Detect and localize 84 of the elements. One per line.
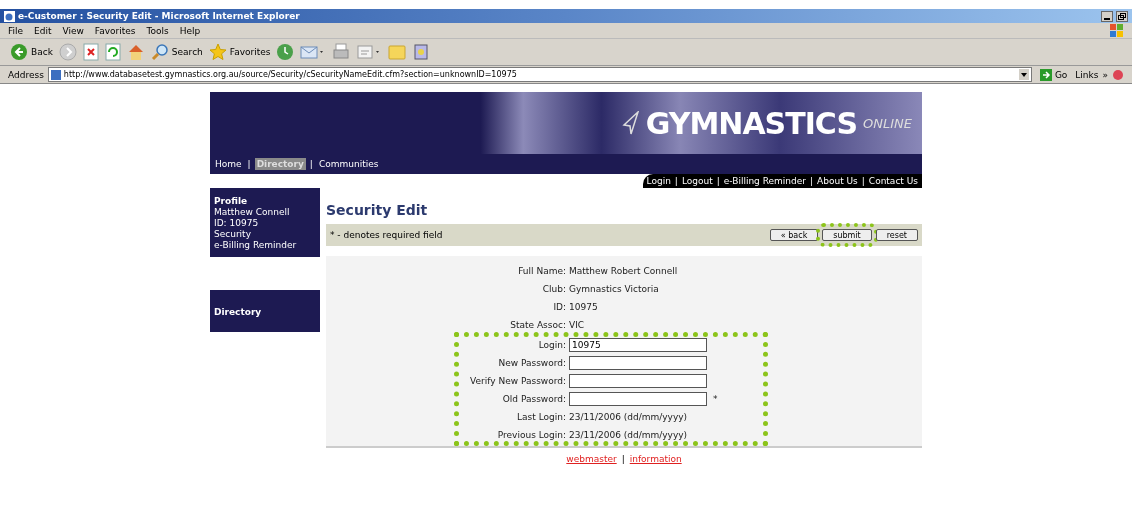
more-links-icon[interactable]: »	[1102, 69, 1108, 80]
address-field[interactable]: http://www.databasetest.gymnastics.org.au/source/Security/cSecurityNameEdit.cfm?section=unknownID=10975	[47, 67, 1032, 82]
field-label: Login:	[537, 340, 566, 350]
sidebar-link[interactable]: ID: 10975	[214, 218, 316, 229]
back-button[interactable]: Back	[10, 43, 53, 61]
favorites-button[interactable]: Favorites	[208, 43, 271, 61]
go-button[interactable]: Go	[1035, 68, 1072, 81]
field-label: Club:	[541, 284, 566, 294]
windows-logo-icon	[1110, 24, 1124, 37]
sidebar-heading[interactable]: Directory	[214, 306, 316, 318]
minimize-icon	[1104, 17, 1110, 20]
minimize-button[interactable]	[1101, 10, 1113, 22]
page-icon	[50, 69, 61, 80]
stop-icon[interactable]	[82, 43, 99, 61]
field-value: Matthew Robert Connell	[569, 266, 678, 276]
field-label: State Assoc:	[509, 320, 566, 330]
links-label[interactable]: Links	[1075, 69, 1099, 80]
search-icon[interactable]	[150, 43, 169, 61]
nav-link[interactable]: Communities	[316, 158, 381, 170]
nav-link[interactable]: Home	[213, 158, 244, 170]
link-separator: |	[674, 176, 678, 186]
required-note: * - denotes required field	[330, 230, 444, 240]
input-field[interactable]	[569, 374, 707, 388]
printer-icon[interactable]	[332, 43, 351, 61]
field-value: Gymnastics Victoria	[569, 284, 660, 294]
toolbar-addon-icon[interactable]	[1112, 68, 1124, 81]
link-separator: |	[861, 176, 865, 186]
link-separator: |	[810, 176, 814, 186]
search-button[interactable]: Search	[150, 43, 203, 61]
field-label: Full Name:	[517, 266, 566, 276]
nav-separator: |	[309, 159, 313, 169]
dropdown-button[interactable]	[1018, 69, 1029, 80]
field-value: 10975	[569, 302, 599, 312]
menu-item[interactable]: Favorites	[94, 25, 136, 36]
top-link[interactable]: Contact Us	[868, 176, 918, 186]
menu-item[interactable]: View	[62, 25, 84, 36]
paper-plane-icon	[621, 111, 640, 135]
input-field[interactable]	[569, 356, 707, 370]
menu-item[interactable]: Tools	[146, 25, 169, 36]
restore-icon	[1118, 12, 1126, 20]
site-logo: GYMNASTICS	[645, 105, 857, 141]
field-label: Verify New Password:	[469, 376, 566, 386]
top-link[interactable]: Login	[646, 176, 671, 186]
link-separator: |	[621, 454, 625, 464]
field-label: Previous Login:	[496, 430, 566, 440]
field-label: ID:	[552, 302, 566, 312]
top-link[interactable]: About Us	[817, 176, 858, 186]
field-value: VIC	[569, 320, 586, 330]
footer-link[interactable]: webmaster	[566, 454, 617, 464]
menu-item[interactable]: Edit	[34, 25, 52, 36]
link-separator: |	[716, 176, 720, 186]
top-link[interactable]: e-Billing Reminder	[723, 176, 806, 186]
form-button[interactable]: reset	[875, 229, 918, 241]
sidebar-link[interactable]: e-Billing Reminder	[214, 240, 316, 251]
field-label: Old Password:	[501, 394, 566, 404]
input-field[interactable]	[569, 392, 707, 406]
required-mark: *	[713, 394, 718, 404]
arrow-icon	[1039, 68, 1052, 81]
browser-icon	[4, 10, 15, 22]
field-label: New Password:	[497, 358, 566, 368]
nav-separator: |	[247, 159, 251, 169]
field-value: 23/11/2006 (dd/mm/yyyy)	[569, 430, 689, 440]
history-icon[interactable]	[276, 43, 295, 61]
forward-icon[interactable]	[58, 43, 77, 61]
restore-button[interactable]	[1116, 10, 1128, 22]
sidebar-link[interactable]: Matthew Connell	[214, 207, 316, 218]
sidebar-heading[interactable]: Profile	[214, 196, 316, 207]
form-button[interactable]: « back	[769, 229, 819, 241]
star-icon[interactable]	[208, 43, 227, 61]
address-label: Address	[8, 69, 44, 80]
menu-item[interactable]: File	[8, 25, 24, 36]
menu-item[interactable]: Help	[179, 25, 201, 36]
refresh-icon[interactable]	[104, 43, 121, 61]
page-title: Security Edit	[326, 202, 429, 218]
top-link[interactable]: Logout	[681, 176, 713, 186]
back-icon[interactable]	[10, 43, 28, 61]
footer-link[interactable]: information	[629, 454, 682, 464]
field-label: Last Login:	[516, 412, 566, 422]
input-field[interactable]: 10975	[569, 338, 707, 352]
window-title: e-Customer : Security Edit - Microsoft Internet Explorer	[18, 11, 301, 21]
sidebar-link[interactable]: Security	[214, 229, 316, 240]
messenger-icon[interactable]	[412, 43, 431, 61]
field-value: 23/11/2006 (dd/mm/yyyy)	[569, 412, 689, 422]
logo-suffix: ONLINE	[863, 115, 912, 131]
